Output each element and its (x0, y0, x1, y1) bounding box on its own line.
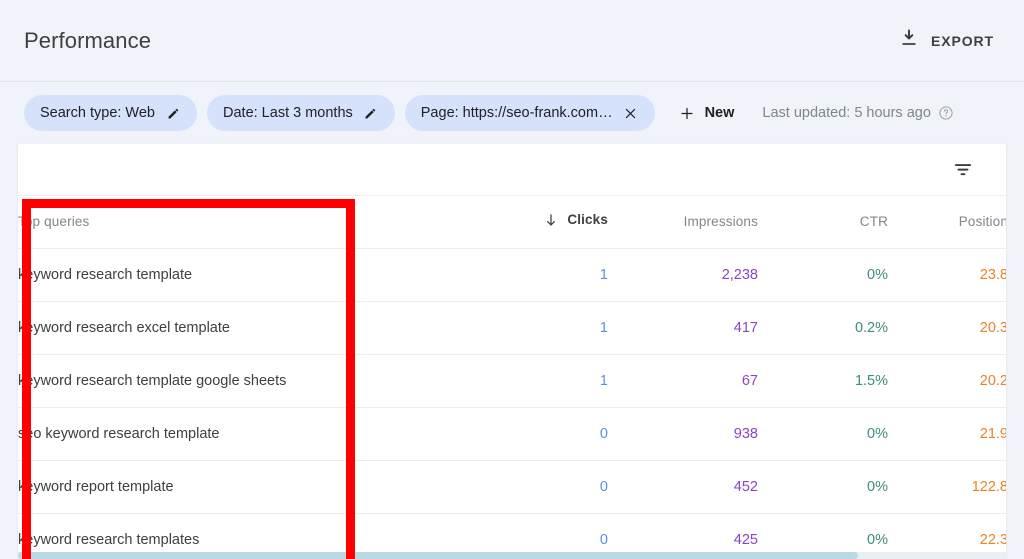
cell-ctr: 0% (758, 407, 888, 461)
column-header-label: Position (958, 214, 1006, 229)
performance-table-card: Top queries Clicks Impressions CTR Posit… (18, 144, 1006, 558)
export-button[interactable]: EXPORT (893, 22, 1000, 59)
filter-chip-search-type[interactable]: Search type: Web (24, 95, 197, 131)
plus-icon (679, 105, 695, 121)
table-row[interactable]: keyword research excel template 1 417 0.… (18, 301, 1006, 355)
column-header-label: Impressions (683, 214, 758, 229)
cell-position: 21.9 (888, 407, 1006, 461)
cell-ctr: 0% (758, 248, 888, 302)
cell-position: 20.3 (888, 301, 1006, 355)
scrollbar-thumb[interactable] (18, 552, 858, 559)
help-circle-icon[interactable] (938, 105, 954, 121)
filter-chip-date[interactable]: Date: Last 3 months (207, 95, 395, 131)
cell-clicks: 0 (448, 460, 608, 514)
cell-ctr: 0.2% (758, 301, 888, 355)
filter-chip-label: Search type: Web (40, 104, 155, 121)
close-icon[interactable] (623, 105, 639, 121)
table-row[interactable]: keyword report template 0 452 0% 122.8 (18, 460, 1006, 514)
filter-chip-label: Page: https://seo-frank.com… (420, 104, 613, 121)
cell-ctr: 0% (758, 460, 888, 514)
cell-query[interactable]: keyword research template (18, 248, 448, 302)
add-filter-label: New (704, 105, 735, 121)
cell-clicks: 1 (448, 301, 608, 355)
download-icon (899, 28, 919, 53)
cell-clicks: 1 (448, 248, 608, 302)
add-filter-button[interactable]: New (671, 95, 747, 131)
filter-chip-label: Date: Last 3 months (223, 104, 353, 121)
last-updated: Last updated: 5 hours ago (762, 105, 954, 121)
export-label: EXPORT (931, 32, 994, 49)
cell-clicks: 0 (448, 407, 608, 461)
cell-query[interactable]: keyword research excel template (18, 301, 448, 355)
column-header-clicks[interactable]: Clicks (448, 196, 608, 249)
pencil-icon[interactable] (363, 105, 379, 121)
cell-impressions: 452 (608, 460, 758, 514)
cell-ctr: 1.5% (758, 354, 888, 408)
last-updated-label: Last updated: 5 hours ago (762, 105, 931, 121)
performance-table: Top queries Clicks Impressions CTR Posit… (18, 196, 1006, 558)
table-body: keyword research template 1 2,238 0% 23.… (18, 248, 1006, 558)
cell-query[interactable]: keyword report template (18, 460, 448, 514)
page-header: Performance EXPORT (0, 0, 1024, 82)
cell-position: 23.8 (888, 248, 1006, 302)
horizontal-scrollbar[interactable] (18, 552, 1006, 559)
filter-chip-page[interactable]: Page: https://seo-frank.com… (404, 95, 655, 131)
arrow-down-icon (543, 212, 559, 228)
table-toolbar (18, 144, 1006, 196)
table-row[interactable]: seo keyword research template 0 938 0% 2… (18, 407, 1006, 461)
cell-impressions: 67 (608, 354, 758, 408)
pencil-icon[interactable] (165, 105, 181, 121)
performance-page: Performance EXPORT Search type: Web Date… (0, 0, 1024, 559)
column-header-label: CTR (859, 214, 888, 229)
page-title: Performance (24, 27, 152, 53)
cell-position: 122.8 (888, 460, 1006, 514)
filter-list-icon[interactable] (946, 153, 980, 187)
table-header-row: Top queries Clicks Impressions CTR Posit… (18, 196, 1006, 249)
cell-impressions: 938 (608, 407, 758, 461)
cell-query[interactable]: seo keyword research template (18, 407, 448, 461)
cell-query[interactable]: keyword research template google sheets (18, 354, 448, 408)
column-header-position[interactable]: Position (888, 196, 1006, 249)
table-row[interactable]: keyword research template 1 2,238 0% 23.… (18, 248, 1006, 302)
cell-impressions: 417 (608, 301, 758, 355)
cell-impressions: 2,238 (608, 248, 758, 302)
column-header-label: Top queries (18, 214, 90, 229)
table-row[interactable]: keyword research template google sheets … (18, 354, 1006, 408)
column-header-ctr[interactable]: CTR (758, 196, 888, 249)
cell-clicks: 1 (448, 354, 608, 408)
column-header-top-queries[interactable]: Top queries (18, 196, 448, 249)
filter-bar: Search type: Web Date: Last 3 months Pag… (0, 82, 1024, 144)
cell-position: 20.2 (888, 354, 1006, 408)
column-header-label: Clicks (567, 212, 608, 227)
column-header-impressions[interactable]: Impressions (608, 196, 758, 249)
